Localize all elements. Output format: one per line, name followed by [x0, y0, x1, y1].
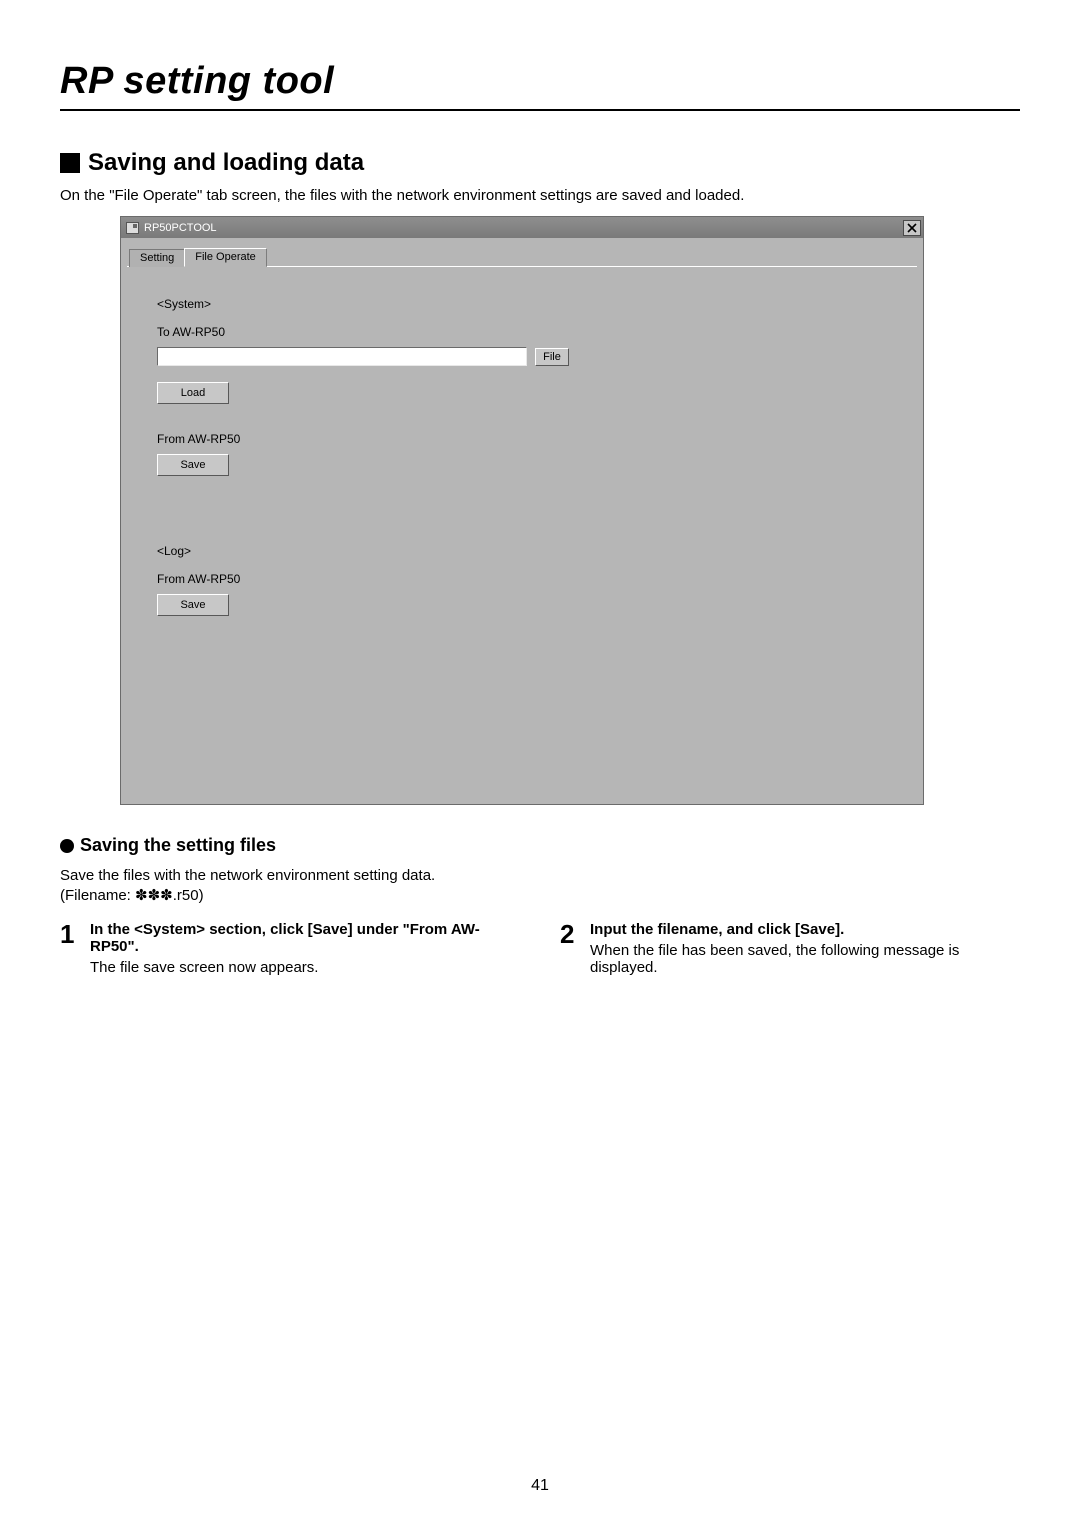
tab-file-operate[interactable]: File Operate [184, 248, 267, 267]
log-group-heading: <Log> [157, 544, 887, 558]
step-1: 1 In the <System> section, click [Save] … [60, 921, 520, 976]
file-path-row: File [157, 347, 887, 366]
circle-bullet-icon [60, 839, 74, 853]
subsection-paragraph-1: Save the files with the network environm… [60, 866, 1020, 886]
file-browse-button[interactable]: File [535, 348, 569, 366]
close-icon [907, 223, 917, 233]
system-save-button[interactable]: Save [157, 454, 229, 476]
section-intro: On the "File Operate" tab screen, the fi… [60, 187, 1020, 204]
step-1-title: In the <System> section, click [Save] un… [90, 921, 520, 955]
window-client-area: Setting File Operate <System> To AW-RP50… [121, 238, 923, 804]
square-bullet-icon [60, 153, 80, 173]
step-1-body: The file save screen now appears. [90, 959, 520, 976]
log-save-button[interactable]: Save [157, 594, 229, 616]
log-from-label: From AW-RP50 [157, 572, 887, 586]
page-number: 41 [0, 1477, 1080, 1495]
window-titlebar: RP50PCTOOL [121, 217, 923, 238]
section-heading-row: Saving and loading data [60, 149, 1020, 177]
step-2: 2 Input the filename, and click [Save]. … [560, 921, 1020, 976]
system-from-label: From AW-RP50 [157, 432, 887, 446]
tab-setting[interactable]: Setting [129, 249, 185, 267]
app-icon [126, 222, 139, 234]
section-heading: Saving and loading data [88, 149, 364, 177]
subsection-heading-row: Saving the setting files [60, 835, 1020, 856]
system-to-label: To AW-RP50 [157, 325, 887, 339]
subsection-paragraph-2: (Filename: ✽✽✽.r50) [60, 886, 1020, 906]
file-path-input[interactable] [157, 347, 527, 366]
subsection-heading: Saving the setting files [80, 835, 276, 856]
window-close-button[interactable] [903, 220, 921, 236]
tab-panel-file-operate: <System> To AW-RP50 File Load From AW-RP… [127, 266, 917, 786]
document-title: RP setting tool [60, 60, 1020, 111]
system-group-heading: <System> [157, 297, 887, 311]
load-button[interactable]: Load [157, 382, 229, 404]
step-1-number: 1 [60, 921, 80, 976]
window-title: RP50PCTOOL [144, 222, 217, 234]
tab-strip: Setting File Operate [129, 246, 917, 266]
step-2-title: Input the filename, and click [Save]. [590, 921, 1020, 938]
step-2-number: 2 [560, 921, 580, 976]
app-window: RP50PCTOOL Setting File Operate <System>… [120, 216, 924, 805]
steps-row: 1 In the <System> section, click [Save] … [60, 921, 1020, 976]
step-2-body: When the file has been saved, the follow… [590, 942, 1020, 976]
